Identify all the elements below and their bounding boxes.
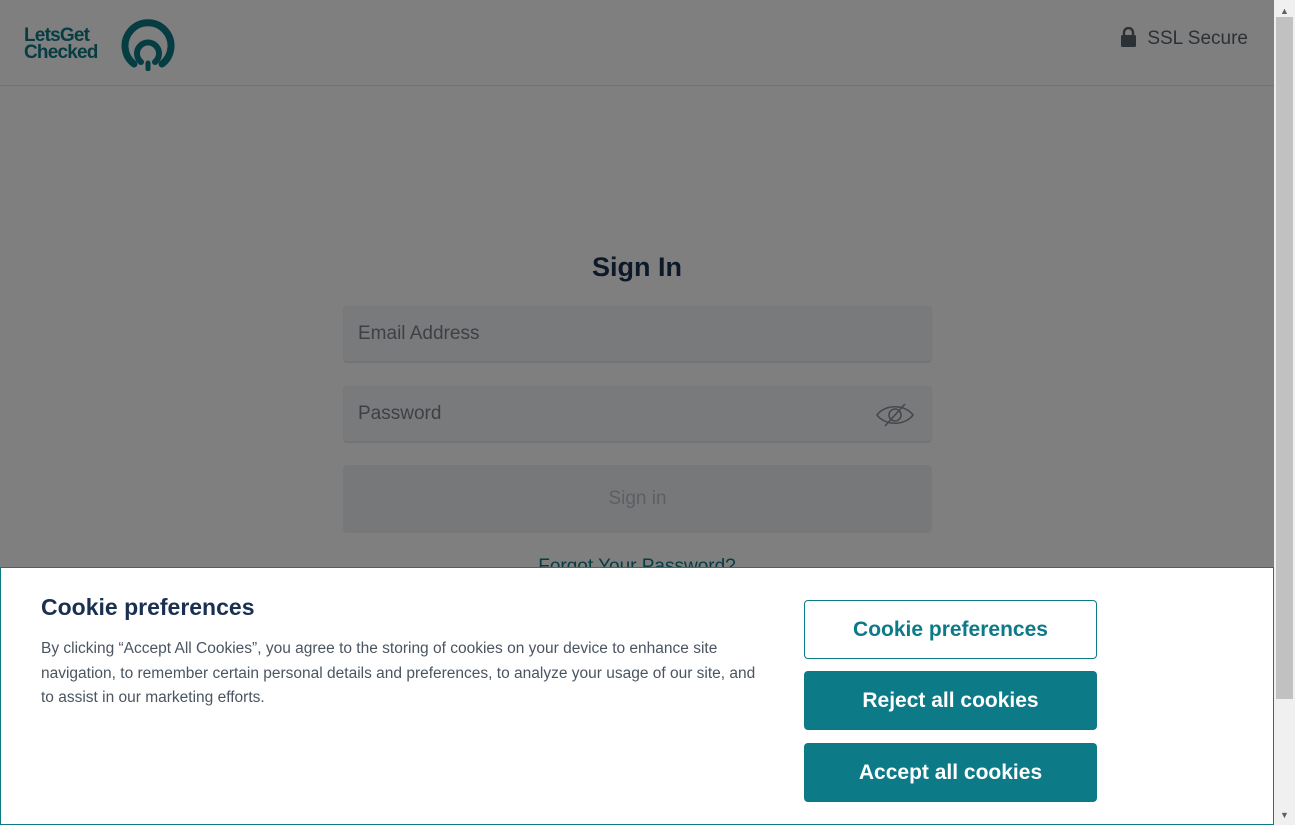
accept-all-cookies-button[interactable]: Accept all cookies bbox=[804, 743, 1097, 802]
cookie-preferences-button[interactable]: Cookie preferences bbox=[804, 600, 1097, 659]
scrollbar-thumb[interactable] bbox=[1276, 17, 1293, 699]
page-viewport: LetsGet Checked SSL Secure Sign In bbox=[0, 0, 1274, 825]
reject-all-cookies-button[interactable]: Reject all cookies bbox=[804, 671, 1097, 730]
cookie-banner: Cookie preferences By clicking “Accept A… bbox=[0, 567, 1274, 825]
cookie-banner-title: Cookie preferences bbox=[41, 594, 255, 620]
cookie-banner-text: By clicking “Accept All Cookies”, you ag… bbox=[41, 640, 756, 706]
scroll-down-arrow-icon[interactable]: ▼ bbox=[1274, 804, 1295, 825]
vertical-scrollbar[interactable]: ▲ ▼ bbox=[1274, 0, 1295, 825]
